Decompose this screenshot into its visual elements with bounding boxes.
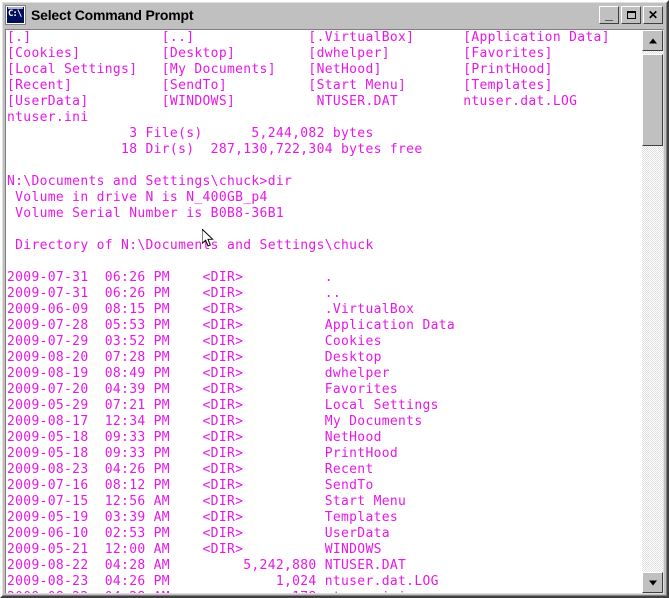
close-button[interactable]: ✕ bbox=[643, 6, 663, 24]
minimize-button[interactable]: _ bbox=[599, 6, 619, 24]
chevron-up-icon bbox=[648, 38, 657, 43]
window-title: Select Command Prompt bbox=[31, 7, 194, 23]
console-client-area: [.] [..] [.VirtualBox] [Application Data… bbox=[5, 29, 664, 594]
console-text: [.] [..] [.VirtualBox] [Application Data… bbox=[7, 30, 610, 593]
scroll-up-button[interactable] bbox=[642, 30, 663, 51]
command-prompt-window: C:\ Select Command Prompt _ ✕ [.] [..] [… bbox=[0, 0, 669, 598]
scrollbar-thumb[interactable] bbox=[642, 54, 663, 146]
console-output[interactable]: [.] [..] [.VirtualBox] [Application Data… bbox=[7, 30, 643, 593]
close-icon: ✕ bbox=[647, 8, 659, 22]
scroll-down-button[interactable] bbox=[642, 572, 663, 593]
window-controls: _ ✕ bbox=[599, 6, 663, 24]
minimize-icon: _ bbox=[605, 6, 613, 22]
vertical-scrollbar[interactable] bbox=[642, 30, 663, 593]
maximize-icon bbox=[622, 7, 640, 23]
command-prompt-icon: C:\ bbox=[6, 6, 25, 24]
icon-label: C:\ bbox=[8, 9, 22, 19]
maximize-button[interactable] bbox=[621, 6, 641, 24]
chevron-down-icon bbox=[648, 580, 657, 585]
title-bar[interactable]: C:\ Select Command Prompt _ ✕ bbox=[3, 3, 666, 27]
